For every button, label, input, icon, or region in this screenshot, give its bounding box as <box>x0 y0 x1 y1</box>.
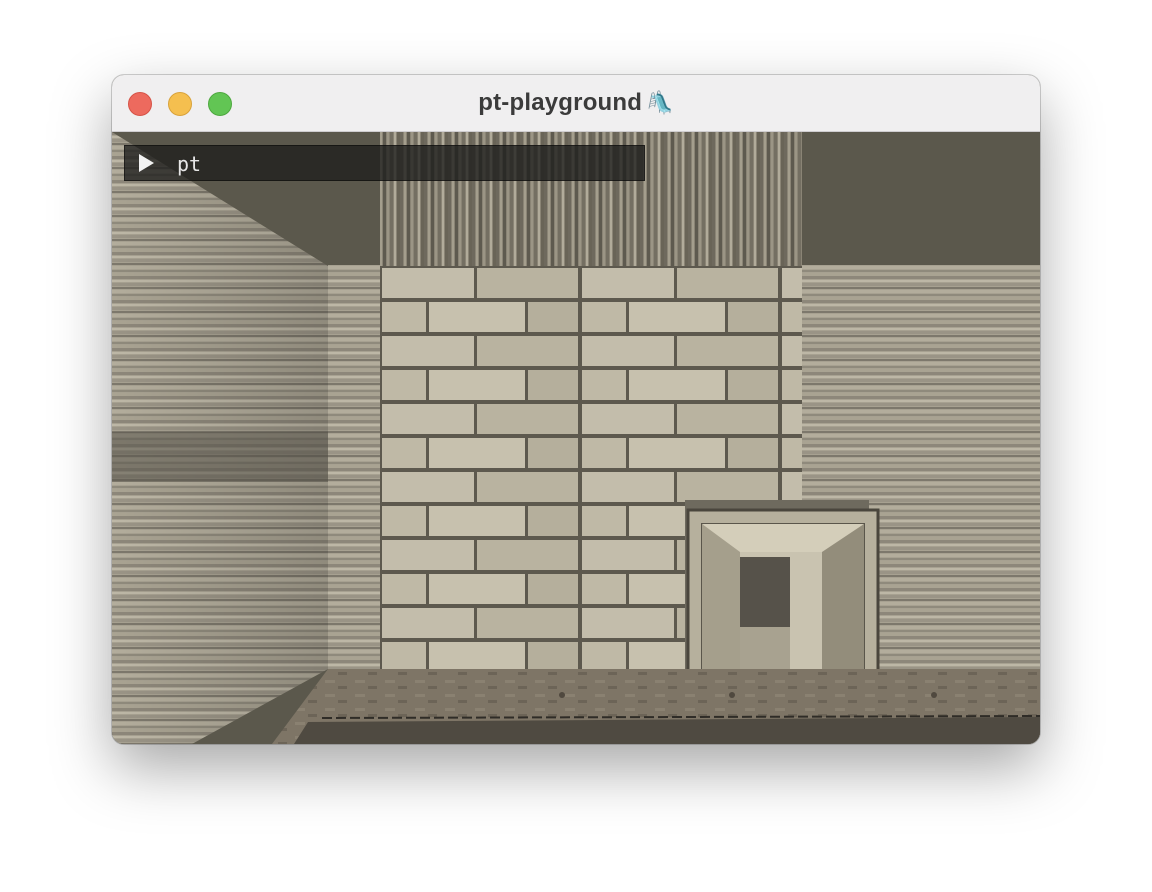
window-title: pt-playground 🛝 <box>112 89 1040 117</box>
command-input[interactable]: pt <box>177 152 201 176</box>
3d-viewport[interactable]: pt <box>112 132 1040 744</box>
play-icon[interactable] <box>139 154 154 172</box>
slide-icon: 🛝 <box>646 90 674 115</box>
window-title-text: pt-playground <box>478 89 643 116</box>
command-bar[interactable]: pt <box>124 145 645 181</box>
title-bar[interactable]: pt-playground 🛝 <box>112 75 1040 132</box>
app-window: pt-playground 🛝 pt <box>112 75 1040 744</box>
rendered-scene <box>112 132 1040 744</box>
